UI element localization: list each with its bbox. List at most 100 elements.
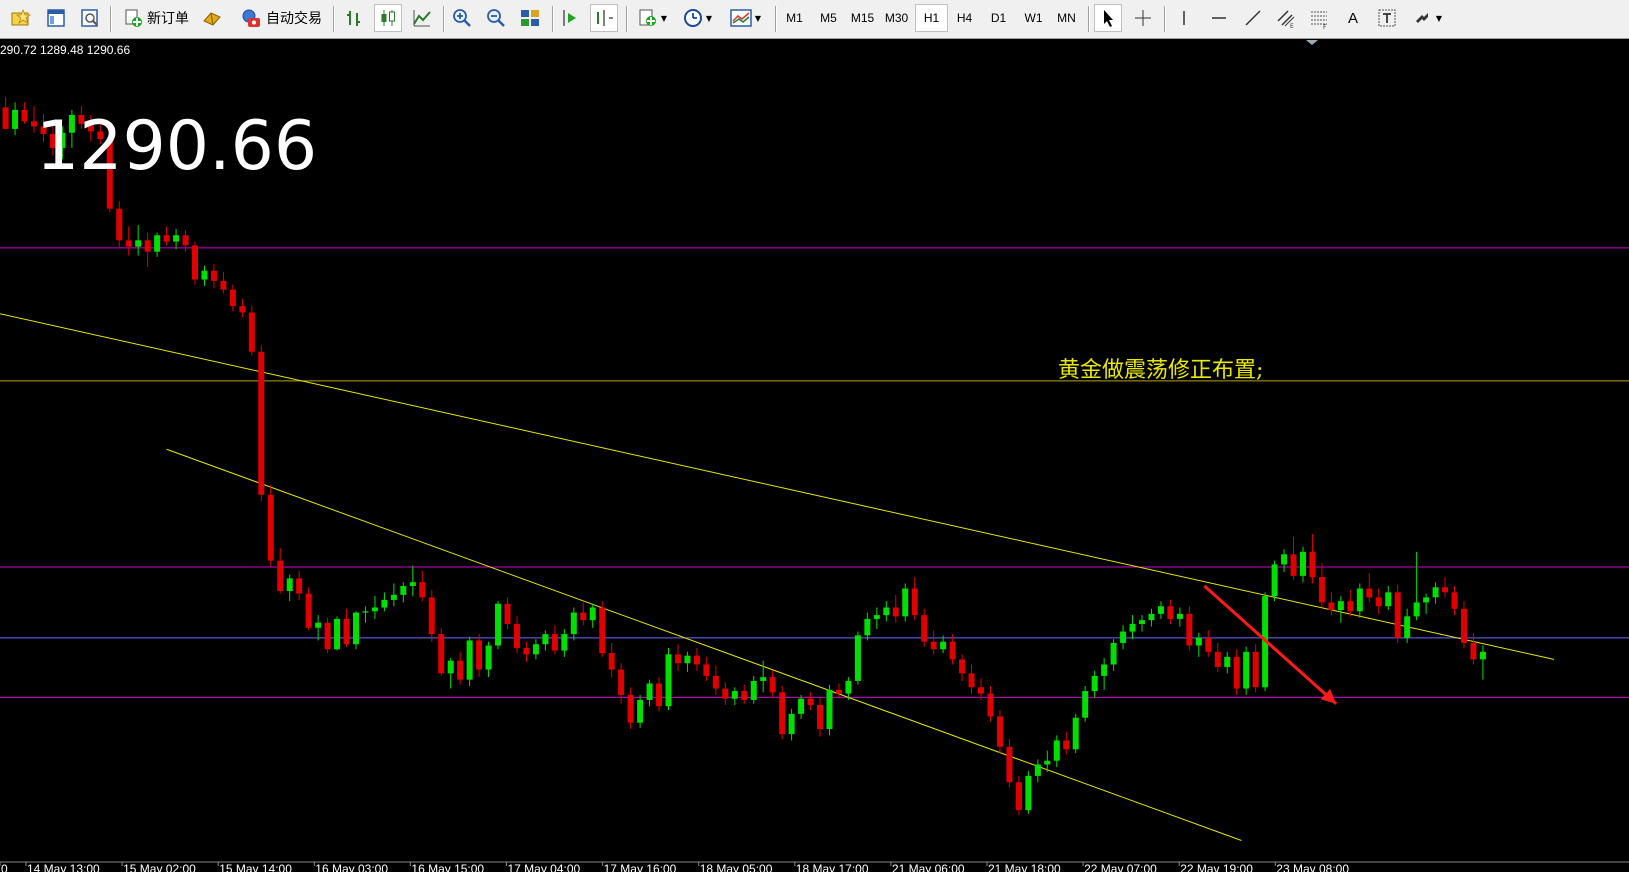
candle-body (513, 623, 520, 649)
timeframe-m15[interactable]: M15 (846, 4, 879, 32)
candle (428, 589, 435, 642)
candle-body (116, 208, 123, 241)
candle-body (400, 585, 407, 595)
timeframe-h4[interactable]: H4 (948, 4, 981, 32)
candle (495, 601, 502, 650)
candle-body (741, 691, 748, 700)
navigator-button[interactable] (76, 4, 104, 32)
equidistant-channel-button[interactable]: E (1272, 4, 1300, 32)
chart-annotation: 黄金做震荡修正布置; (1058, 358, 1263, 383)
text-tool-button[interactable]: A (1339, 4, 1367, 32)
timeframe-m1[interactable]: M1 (778, 4, 811, 32)
x-axis-tick-label: 18 May 05:00 (700, 862, 773, 872)
candle-body (296, 578, 303, 594)
chart-shift-button[interactable] (590, 4, 618, 32)
candle-body (968, 673, 975, 688)
x-axis-tick-label: 22 May 19:00 (1180, 862, 1253, 872)
candle-body (1034, 764, 1041, 776)
cursor-button[interactable] (1094, 4, 1122, 32)
candle-body (390, 594, 397, 600)
candle-body (457, 660, 464, 680)
zoom-out-icon (487, 9, 505, 27)
candle-body (627, 694, 634, 723)
candle-body (864, 618, 871, 636)
horizontal-line-button[interactable] (1205, 4, 1233, 32)
toolbar-separator (626, 6, 628, 32)
horizontal-line-icon (1212, 17, 1226, 19)
timeframe-w1[interactable]: W1 (1017, 4, 1050, 32)
candle-body (1091, 675, 1098, 692)
templates-icon (730, 9, 752, 27)
candle-body (1432, 587, 1439, 598)
line-chart-icon (413, 10, 431, 27)
candle-body (1148, 613, 1155, 621)
x-axis-tick-label: 17 May 16:00 (604, 862, 677, 872)
candle-body (1271, 564, 1278, 597)
candle-body (201, 270, 208, 280)
toolbar-separator (333, 6, 335, 32)
crosshair-button[interactable] (1129, 4, 1157, 32)
trendline-button[interactable] (1239, 4, 1267, 32)
candle-body (239, 306, 246, 313)
arrows-button[interactable]: ▼ (1407, 4, 1447, 32)
timeframe-m30[interactable]: M30 (880, 4, 913, 32)
metaeditor-button[interactable] (198, 4, 226, 32)
auto-trading-label: 自动交易 (266, 11, 322, 27)
candle-body (731, 691, 738, 699)
indicators-button[interactable]: ▼ (633, 4, 671, 32)
candle-body (173, 235, 180, 242)
timeframe-mn[interactable]: MN (1050, 4, 1083, 32)
candle-body (144, 240, 151, 252)
price-chart[interactable]: 290.72 1289.48 1290.66 1290.66 黄金做震荡修正布置… (0, 39, 1629, 872)
templates-button[interactable]: ▼ (724, 4, 766, 32)
candle-body (1167, 606, 1174, 619)
candle (466, 636, 473, 687)
timeframe-d1[interactable]: D1 (982, 4, 1015, 32)
candle-body (2, 107, 9, 129)
new-order-button[interactable]: 新订单 (116, 4, 196, 32)
x-axis-tick-label: 15 May 14:00 (219, 862, 292, 872)
vertical-line-button[interactable] (1170, 4, 1198, 32)
candlestick-chart-button[interactable] (374, 4, 402, 32)
candle-body (476, 640, 483, 670)
candle-body (334, 618, 341, 650)
timeframe-h1[interactable]: H1 (915, 4, 948, 32)
zoom-out-button[interactable] (482, 4, 510, 32)
candle-body (959, 659, 966, 674)
profiles-button[interactable] (7, 4, 35, 32)
market-watch-button[interactable] (42, 4, 70, 32)
candle-body (1299, 551, 1306, 576)
zoom-in-button[interactable] (448, 4, 476, 32)
candle-body (305, 593, 312, 628)
bar-chart-button[interactable] (340, 4, 368, 32)
candle-body (210, 270, 217, 281)
candle-body (438, 634, 445, 674)
candle-body (1233, 656, 1240, 689)
fibonacci-icon: F (1311, 11, 1327, 29)
auto-scroll-button[interactable] (556, 4, 584, 32)
candle (665, 648, 672, 711)
candle-body (135, 240, 142, 247)
candle-body (1176, 613, 1183, 619)
candle-body (409, 582, 416, 586)
candle-body (248, 312, 255, 352)
candle-body (125, 240, 132, 247)
auto-trading-button[interactable]: 自动交易 (233, 4, 329, 32)
text-label-button[interactable] (1373, 4, 1401, 32)
tile-windows-button[interactable] (516, 4, 544, 32)
candle (996, 710, 1003, 754)
candle-body (220, 280, 227, 290)
candle (248, 306, 255, 356)
svg-text:F: F (1323, 24, 1327, 29)
chart-svg[interactable]: 290.72 1289.48 1290.66 1290.66 黄金做震荡修正布置… (0, 39, 1629, 872)
timeframe-m5[interactable]: M5 (812, 4, 845, 32)
candle-body (949, 641, 956, 660)
fibonacci-button[interactable]: F (1305, 4, 1333, 32)
periods-button[interactable]: ▼ (678, 4, 716, 32)
candle-body (798, 698, 805, 714)
gold-bar-icon (203, 12, 221, 26)
candle-body (1186, 613, 1193, 646)
candle-body (1082, 691, 1089, 718)
candle (192, 241, 198, 285)
line-chart-button[interactable] (408, 4, 436, 32)
